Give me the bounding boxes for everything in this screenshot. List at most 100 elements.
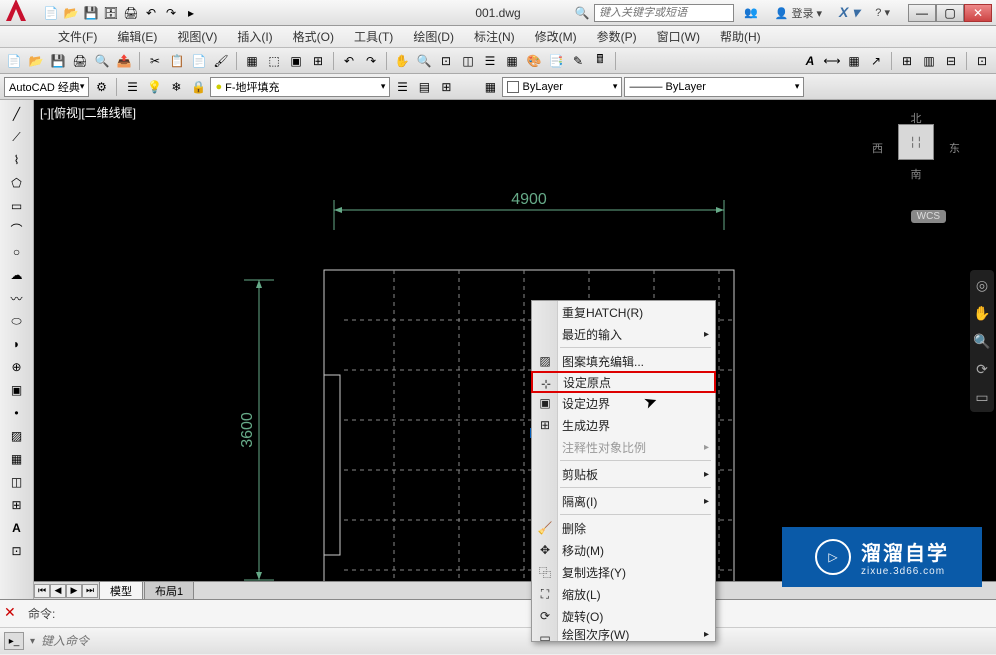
login-button[interactable]: 👤 登录 ▾ [768,2,829,24]
tool-table-icon[interactable]: ⊞ [6,495,28,515]
tool-designcenter-icon[interactable]: ▦ [502,51,522,71]
nav-pan-icon[interactable]: ✋ [973,304,991,322]
tab-next-icon[interactable]: ▶ [66,584,82,598]
layer-tool3-icon[interactable]: ⊞ [436,77,456,97]
tab-prev-icon[interactable]: ◀ [50,584,66,598]
layer-lock-icon[interactable]: 🔒 [188,77,208,97]
people-icon[interactable]: 👥 [738,4,764,21]
ctx-set-boundary[interactable]: ▣设定边界 [532,392,715,414]
drawing-canvas[interactable]: [-][俯视][二维线框] 4900 3600 [34,100,996,599]
maximize-button[interactable]: ▢ [936,4,964,22]
viewcube-north[interactable]: 北 [911,110,922,126]
qat-save-icon[interactable]: 💾 [82,4,100,22]
layer-tool1-icon[interactable]: ☰ [392,77,412,97]
tool-dim-icon[interactable]: ⟷ [822,51,842,71]
viewcube-east[interactable]: 东 [949,140,960,156]
tool-copy-icon[interactable]: 📋 [167,51,187,71]
tool-ellipse-icon[interactable]: ⬭ [6,311,28,331]
layer-filter-icon[interactable]: 💡 [144,77,164,97]
ctx-set-origin[interactable]: ⊹设定原点 [531,371,716,393]
tool-zoom-icon[interactable]: 🔍 [414,51,434,71]
tool-tool4-icon[interactable]: ⊡ [436,51,456,71]
tool-block-icon[interactable]: ▣ [6,380,28,400]
tool-ext3-icon[interactable]: ⊟ [941,51,961,71]
ctx-scale[interactable]: ⛶缩放(L) [532,583,715,605]
ctx-clipboard[interactable]: 剪贴板▸ [532,463,715,485]
tool-palette-icon[interactable]: 🎨 [524,51,544,71]
tool-properties-icon[interactable]: ☰ [480,51,500,71]
layer-freeze-icon[interactable]: ❄ [166,77,186,97]
wcs-badge[interactable]: WCS [911,210,946,223]
tool-undo-icon[interactable]: ↶ [339,51,359,71]
menu-window[interactable]: 窗口(W) [647,26,710,47]
ctx-repeat-hatch[interactable]: 重复HATCH(R) [532,301,715,323]
ctx-copy[interactable]: ⿻复制选择(Y) [532,561,715,583]
viewport-label[interactable]: [-][俯视][二维线框] [40,104,136,121]
menu-parametric[interactable]: 参数(P) [587,26,647,47]
qat-print-icon[interactable]: 🖨 [122,4,140,22]
command-prompt-icon[interactable]: ▸_ [4,632,24,650]
tool-pan-icon[interactable]: ✋ [392,51,412,71]
viewcube-west[interactable]: 西 [872,140,883,156]
menu-modify[interactable]: 修改(M) [525,26,587,47]
tool-textstyle-icon[interactable]: A [800,51,820,71]
ctx-rotate[interactable]: ⟳旋转(O) [532,605,715,627]
tool-point-icon[interactable]: • [6,403,28,423]
linetype-dropdown[interactable]: ——— ByLayer ▾ [624,77,804,97]
menu-view[interactable]: 视图(V) [167,26,227,47]
tool-ellipsearc-icon[interactable]: ◗ [6,334,28,354]
tool-tool1-icon[interactable]: ⬚ [264,51,284,71]
tool-polygon-icon[interactable]: ⬠ [6,173,28,193]
tool-calc-icon[interactable]: 🖩 [590,51,610,71]
layer-manager-icon[interactable]: ☰ [122,77,142,97]
ctx-recent-input[interactable]: 最近的输入▸ [532,323,715,345]
tool-hatch-icon[interactable]: ▨ [6,426,28,446]
tool-match-icon[interactable]: 🖌 [211,51,231,71]
tool-ext4-icon[interactable]: ⊡ [972,51,992,71]
tool-arc-icon[interactable]: ⌒ [6,219,28,239]
tool-insert-icon[interactable]: ⊕ [6,357,28,377]
viewcube-south[interactable]: 南 [911,166,922,182]
layer-tool2-icon[interactable]: ▤ [414,77,434,97]
tool-publish-icon[interactable]: 📤 [114,51,134,71]
nav-orbit-icon[interactable]: ⟳ [973,360,991,378]
tool-open-icon[interactable]: 📂 [26,51,46,71]
tool-save-icon[interactable]: 💾 [48,51,68,71]
qat-undo-icon[interactable]: ↶ [142,4,160,22]
tool-tool3-icon[interactable]: ⊞ [308,51,328,71]
tab-first-icon[interactable]: ⏮ [34,584,50,598]
menu-help[interactable]: 帮助(H) [710,26,771,47]
menu-draw[interactable]: 绘图(D) [403,26,464,47]
qat-redo-icon[interactable]: ↷ [162,4,180,22]
tool-tool2-icon[interactable]: ▣ [286,51,306,71]
ctx-draw-order[interactable]: ▭绘图次序(W)▸ [532,627,715,641]
tool-gradient-icon[interactable]: ▦ [6,449,28,469]
tool-addsel-icon[interactable]: ⊡ [6,541,28,561]
tool-ext1-icon[interactable]: ⊞ [897,51,917,71]
tool-new-icon[interactable]: 📄 [4,51,24,71]
close-button[interactable]: ✕ [964,4,992,22]
qat-more-icon[interactable]: ▸ [182,4,200,22]
tool-rectangle-icon[interactable]: ▭ [6,196,28,216]
tab-last-icon[interactable]: ⏭ [82,584,98,598]
app-logo[interactable] [4,0,36,29]
tool-line-icon[interactable]: ╱ [6,104,28,124]
ctx-isolate[interactable]: 隔离(I)▸ [532,490,715,512]
menu-insert[interactable]: 插入(I) [227,26,282,47]
help-icon[interactable]: ? ▾ [869,4,896,21]
ctx-hatch-edit[interactable]: ▨图案填充编辑... [532,350,715,372]
tool-cut-icon[interactable]: ✂ [145,51,165,71]
tab-model[interactable]: 模型 [99,581,143,600]
viewcube[interactable]: 北 西 东 ╎╎ 南 [876,110,956,200]
menu-dimension[interactable]: 标注(N) [464,26,525,47]
nav-showmotion-icon[interactable]: ▭ [973,388,991,406]
tool-mtext-icon[interactable]: A [6,518,28,538]
command-close-icon[interactable]: ✕ [4,604,20,620]
viewcube-face[interactable]: ╎╎ [898,124,934,160]
tool-ext2-icon[interactable]: ▥ [919,51,939,71]
minimize-button[interactable]: — [908,4,936,22]
tool-mleader-icon[interactable]: ↗ [866,51,886,71]
tool-xline-icon[interactable]: ⟋ [6,127,28,147]
qat-open-icon[interactable]: 📂 [62,4,80,22]
tool-circle-icon[interactable]: ○ [6,242,28,262]
